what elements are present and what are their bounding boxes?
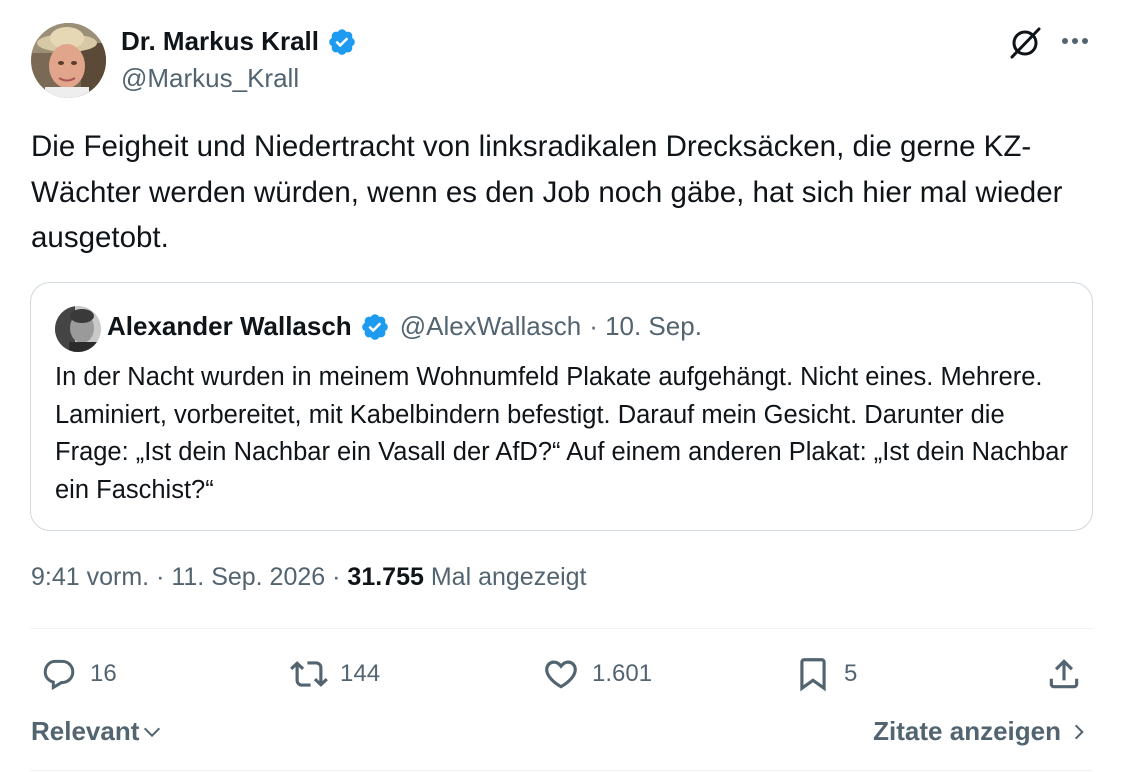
heart-icon bbox=[545, 660, 577, 689]
sort-dropdown[interactable]: Relevant bbox=[31, 716, 163, 747]
tweet-text: Die Feigheit und Niedertracht von linksr… bbox=[31, 130, 1063, 254]
reply-button[interactable]: 16 bbox=[40, 652, 117, 696]
repost-button[interactable]: 144 bbox=[290, 652, 380, 696]
more-icon[interactable] bbox=[1058, 26, 1092, 56]
like-count: 1.601 bbox=[592, 660, 653, 687]
like-button[interactable]: 1.601 bbox=[542, 652, 652, 696]
quote-text: In der Nacht wurden in meinem Wohnumfeld… bbox=[55, 363, 1068, 504]
quote-header: Alexander Wallasch @AlexWallasch · 10. S… bbox=[107, 311, 702, 342]
quoted-tweet[interactable]: Alexander Wallasch @AlexWallasch · 10. S… bbox=[30, 282, 1093, 531]
repost-count: 144 bbox=[340, 660, 381, 687]
chevron-down-icon bbox=[144, 727, 161, 737]
repost-icon bbox=[290, 661, 328, 687]
reply-icon bbox=[43, 659, 75, 691]
quote-author-name: Alexander Wallasch bbox=[107, 311, 352, 341]
quote-author-handle: @AlexWallasch bbox=[399, 311, 582, 341]
bookmark-count: 5 bbox=[844, 660, 858, 687]
view-quotes-link[interactable]: Zitate anzeigen bbox=[873, 716, 1089, 747]
author-avatar[interactable] bbox=[31, 23, 106, 98]
verified-badge-icon bbox=[360, 312, 390, 342]
author-handle[interactable]: @Markus_Krall bbox=[121, 63, 299, 94]
views-label: Mal angezeigt bbox=[430, 563, 587, 591]
meta-separator: · bbox=[332, 563, 348, 591]
bookmark-icon bbox=[800, 658, 826, 692]
tweet-time[interactable]: 9:41 vorm. bbox=[31, 563, 149, 591]
divider bbox=[30, 770, 1093, 771]
tweet-meta: 9:41 vorm. · 11. Sep. 2026 · 31.755 Mal … bbox=[31, 563, 587, 592]
grok-icon[interactable] bbox=[1006, 24, 1044, 62]
tweet-date[interactable]: 11. Sep. 2026 bbox=[171, 563, 325, 591]
divider bbox=[30, 628, 1093, 629]
share-icon bbox=[1049, 659, 1079, 689]
view-quotes-label: Zitate anzeigen bbox=[873, 716, 1061, 746]
quote-author-avatar bbox=[55, 306, 101, 352]
verified-badge-icon bbox=[327, 27, 357, 57]
share-button[interactable] bbox=[1045, 652, 1083, 696]
meta-separator: · bbox=[156, 563, 172, 591]
views-count: 31.755 bbox=[347, 563, 424, 591]
bookmark-button[interactable]: 5 bbox=[794, 652, 857, 696]
author-name-row[interactable]: Dr. Markus Krall bbox=[121, 26, 357, 57]
chevron-right-icon bbox=[1074, 724, 1084, 739]
author-name[interactable]: Dr. Markus Krall bbox=[121, 26, 319, 57]
author-avatar-image bbox=[31, 23, 106, 98]
quote-date: · 10. Sep. bbox=[589, 311, 702, 341]
reply-count: 16 bbox=[90, 660, 117, 687]
sort-label: Relevant bbox=[31, 716, 140, 746]
